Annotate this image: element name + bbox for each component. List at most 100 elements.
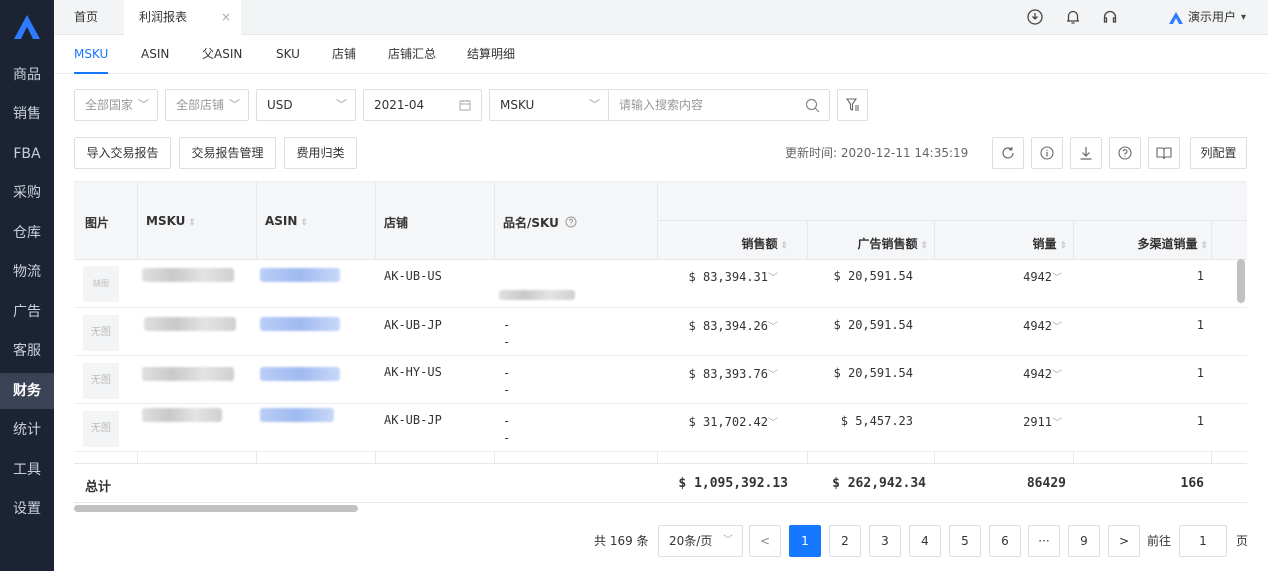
prev-page-button[interactable]: < — [749, 525, 781, 557]
help-button[interactable] — [1109, 137, 1141, 169]
header-sales[interactable]: 销售额 ⇕ — [658, 235, 788, 252]
search-icon[interactable] — [805, 98, 820, 113]
nav-item-tools[interactable]: 工具 — [0, 452, 54, 488]
search-input[interactable]: 请输入搜索内容 — [608, 89, 830, 121]
question-icon[interactable] — [565, 216, 577, 228]
product-image-missing: 无图 — [83, 411, 119, 447]
tab-shop-summary[interactable]: 店铺汇总 — [388, 35, 436, 74]
currency-select[interactable]: USD ﹀ — [256, 89, 356, 121]
asin-link-blurred[interactable] — [260, 367, 340, 381]
page-button[interactable]: 5 — [949, 525, 981, 557]
shop-select[interactable]: 全部店铺 ﹀ — [165, 89, 249, 121]
shop-value: AK-HY-US — [384, 365, 442, 379]
question-icon — [1118, 146, 1132, 160]
table-row[interactable]: 无图 AK-UB-JP - - $ 83,394.26﹀ $ 20,591.54… — [74, 308, 1247, 356]
next-page-button[interactable]: > — [1108, 525, 1140, 557]
nav-item-ads[interactable]: 广告 — [0, 294, 54, 330]
column-config-button[interactable]: 列配置 — [1190, 137, 1247, 169]
qty-value[interactable]: 2911﹀ — [936, 414, 1062, 429]
ad-sales-value: $ 20,591.54 — [833, 269, 913, 283]
country-select-value: 全部国家 — [85, 98, 134, 112]
nav-item-logistics[interactable]: 物流 — [0, 254, 54, 290]
manage-report-button[interactable]: 交易报告管理 — [179, 137, 276, 169]
asin-link-blurred[interactable] — [260, 317, 340, 331]
header-multi-qty[interactable]: 多渠道销量 ⇕ — [1074, 235, 1208, 252]
product-image-missing: 无图 — [83, 315, 119, 351]
total-qty: 86429 — [1026, 476, 1066, 491]
tab-profit-report-label: 利润报表 — [139, 10, 188, 24]
table-row[interactable]: 无图 AK-UB-JP - - $ 31,702.42﹀ $ 5,457.23 … — [74, 404, 1247, 452]
nav-item-warehouse[interactable]: 仓库 — [0, 215, 54, 251]
tab-sku[interactable]: SKU — [276, 35, 300, 74]
header-ad-sales[interactable]: 广告销售额 ⇕ — [808, 235, 928, 252]
nav-item-fba[interactable]: FBA — [0, 136, 54, 172]
nav-item-statistics[interactable]: 统计 — [0, 412, 54, 448]
advanced-filter-button[interactable] — [837, 89, 868, 121]
close-icon[interactable]: × — [221, 0, 231, 35]
header-qty-label: 销量 — [1032, 237, 1057, 251]
nav-item-service[interactable]: 客服 — [0, 333, 54, 369]
import-report-button[interactable]: 导入交易报告 — [74, 137, 171, 169]
chevron-down-icon: ﹀ — [1052, 418, 1062, 429]
header-msku[interactable]: MSKU ⇕ — [146, 214, 196, 228]
nav-item-finance[interactable]: 财务 — [0, 373, 54, 409]
tab-msku[interactable]: MSKU — [74, 35, 109, 74]
header-asin-label: ASIN — [265, 214, 298, 228]
search-type-select[interactable]: MSKU ﹀ — [489, 89, 609, 121]
header-qty[interactable]: 销量 ⇕ — [936, 235, 1067, 252]
user-menu[interactable]: 演示用户 ▾ — [1168, 0, 1246, 35]
sales-value[interactable]: $ 31,702.42﹀ — [658, 414, 778, 429]
qty-value[interactable]: 4942﹀ — [936, 366, 1062, 381]
page-button[interactable]: 6 — [989, 525, 1021, 557]
page-button[interactable]: 3 — [869, 525, 901, 557]
tab-asin[interactable]: ASIN — [141, 35, 169, 74]
nav-item-settings[interactable]: 设置 — [0, 491, 54, 527]
table-row[interactable]: 无图 AK-HY-US - - $ 83,393.76﹀ $ 20,591.54… — [74, 356, 1247, 404]
chevron-down-icon: ﹀ — [768, 273, 778, 284]
nav-item-products[interactable]: 商品 — [0, 57, 54, 93]
chevron-down-icon: ﹀ — [589, 98, 600, 111]
page-button[interactable]: 4 — [909, 525, 941, 557]
goto-page-input[interactable]: 1 — [1179, 525, 1227, 557]
sales-value[interactable]: $ 83,394.26﹀ — [658, 318, 778, 333]
table-row[interactable]: 缺图 AK-UB-US $ 83,394.31﹀ $ 20,591.54 494… — [74, 260, 1247, 308]
qty-value[interactable]: 4942﹀ — [936, 269, 1062, 284]
total-ad-sales: $ 262,942.34 — [832, 476, 926, 491]
header-shop: 店铺 — [384, 216, 409, 230]
nav-item-purchase[interactable]: 采购 — [0, 175, 54, 211]
page-button[interactable]: 9 — [1068, 525, 1100, 557]
manual-button[interactable] — [1148, 137, 1180, 169]
vertical-scrollbar[interactable] — [1237, 259, 1245, 303]
page-button[interactable]: 2 — [829, 525, 861, 557]
download-circle-icon[interactable] — [1026, 8, 1044, 26]
page-size-select[interactable]: 20条/页 ﹀ — [658, 525, 743, 557]
asin-link-blurred[interactable] — [260, 408, 334, 422]
header-asin[interactable]: ASIN ⇕ — [265, 214, 308, 228]
tab-shop[interactable]: 店铺 — [332, 35, 356, 74]
search-placeholder: 请输入搜索内容 — [619, 98, 704, 112]
fee-category-button[interactable]: 费用归类 — [284, 137, 357, 169]
tab-home[interactable]: 首页 — [74, 0, 98, 35]
nav-item-sales[interactable]: 销售 — [0, 96, 54, 132]
bell-icon[interactable] — [1064, 8, 1082, 26]
app-logo[interactable] — [0, 0, 54, 54]
refresh-button[interactable] — [992, 137, 1024, 169]
more-pages-button[interactable]: ··· — [1028, 525, 1060, 557]
total-multi-qty: 166 — [1180, 476, 1204, 491]
tab-settlement[interactable]: 结算明细 — [467, 35, 515, 74]
tab-parent-asin[interactable]: 父ASIN — [202, 35, 242, 74]
country-select[interactable]: 全部国家 ﹀ — [74, 89, 158, 121]
asin-link-blurred[interactable] — [260, 268, 340, 282]
tab-profit-report[interactable]: 利润报表 × — [124, 0, 241, 35]
month-picker[interactable]: 2021-04 — [363, 89, 482, 121]
horizontal-scrollbar[interactable] — [74, 505, 358, 512]
sales-value[interactable]: $ 83,393.76﹀ — [658, 366, 778, 381]
page-button[interactable]: 1 — [789, 525, 821, 557]
info-button[interactable] — [1031, 137, 1063, 169]
sales-value[interactable]: $ 83,394.31﹀ — [658, 269, 778, 284]
user-name: 演示用户 — [1187, 10, 1236, 24]
headset-icon[interactable] — [1101, 8, 1119, 26]
chevron-down-icon: ﹀ — [138, 98, 149, 111]
qty-value[interactable]: 4942﹀ — [936, 318, 1062, 333]
download-button[interactable] — [1070, 137, 1102, 169]
